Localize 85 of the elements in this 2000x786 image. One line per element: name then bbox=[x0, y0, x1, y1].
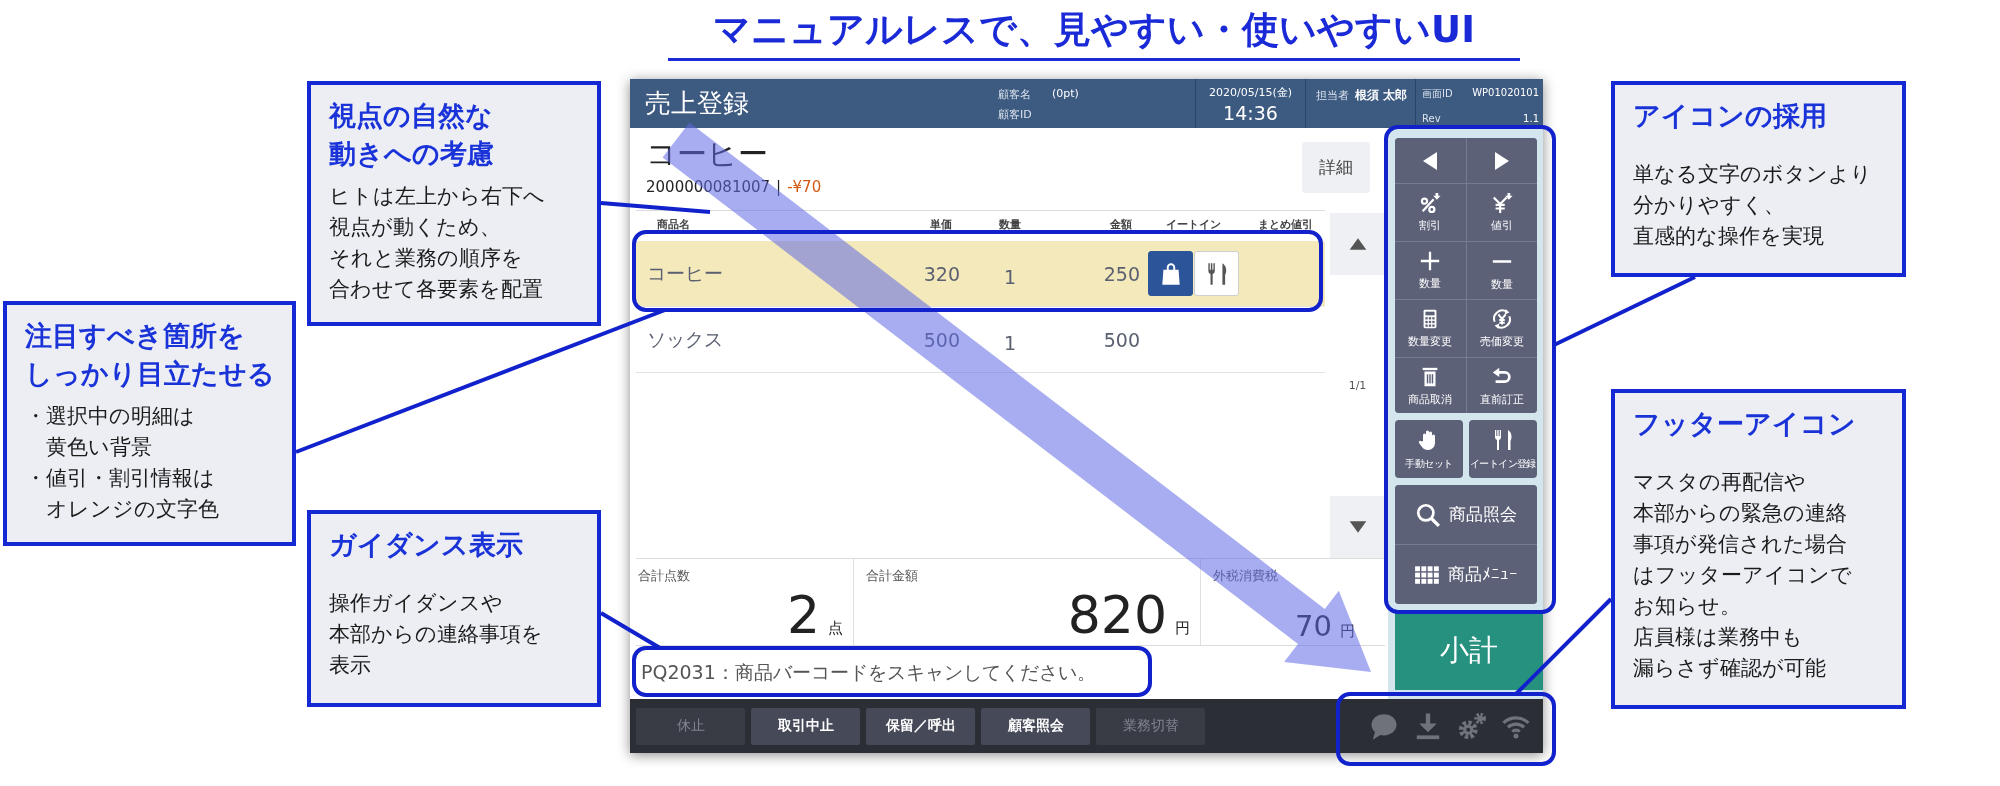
function-key[interactable]: 数量 bbox=[1466, 242, 1537, 299]
lookup-button[interactable]: 商品ﾒﾆｭｰ bbox=[1395, 545, 1537, 604]
table-row[interactable]: コーヒー 320 1 250 bbox=[636, 241, 1325, 307]
eat-in-button[interactable] bbox=[1194, 251, 1239, 296]
time-text: 14:36 bbox=[1223, 102, 1278, 124]
table-cell-text: 250 bbox=[1102, 262, 1141, 285]
callout-title: 注目すべき箇所を しっかり目立たせる bbox=[25, 319, 276, 391]
column-header: 数量 bbox=[998, 216, 1022, 232]
callout-text: ヒトは左上から右下へ 視点が動くため、 それと業務の順序を 合わせて各要素を配置 bbox=[329, 183, 546, 303]
field-label: 顧客ID bbox=[998, 107, 1033, 122]
callout-title: 視点の自然な 動きへの考慮 bbox=[329, 99, 495, 171]
total-value: 820 bbox=[1067, 587, 1167, 643]
quick-key[interactable]: 手動セット bbox=[1395, 420, 1463, 479]
scroll-down-button[interactable] bbox=[1330, 496, 1385, 558]
table-row[interactable]: ソックス 500 1 500 bbox=[636, 307, 1325, 373]
function-key[interactable]: 数量変更 bbox=[1395, 300, 1466, 357]
callout-title: アイコンの採用 bbox=[1633, 99, 1828, 133]
function-key[interactable]: 商品取消 bbox=[1395, 358, 1466, 414]
chat-bubble-icon[interactable] bbox=[1369, 711, 1399, 741]
bullet-item: ・選択中の明細は 黄色い背景 bbox=[25, 403, 196, 461]
column-header: 単価 bbox=[929, 216, 953, 232]
minus-icon bbox=[1490, 259, 1513, 263]
callout-title: ガイダンス表示 bbox=[329, 528, 524, 562]
total-label: 合計金額 bbox=[866, 567, 918, 585]
function-key[interactable] bbox=[1395, 138, 1466, 183]
field-label: 顧客名 bbox=[998, 87, 1032, 102]
yen-down-icon bbox=[1490, 192, 1513, 214]
callout-text: マスタの再配信や 本部からの緊急の連絡 事項が発信された場合 はフッターアイコンで お知らせ。 店員様は業務中も 漏らさず確認が可能 bbox=[1633, 469, 1853, 682]
column-header: まとめ値引 bbox=[1256, 216, 1314, 232]
total-label: 外税消費税 bbox=[1213, 567, 1278, 585]
detail-button[interactable]: 詳細 bbox=[1302, 142, 1370, 193]
function-key[interactable]: 数量 bbox=[1395, 242, 1466, 299]
guidance-message: PQ2031：商品バーコードをスキャンしてください。 bbox=[640, 659, 1096, 685]
date-text: 2020/05/15(金) bbox=[1209, 85, 1292, 100]
subtotal-button[interactable]: 小計 bbox=[1395, 612, 1543, 690]
function-key[interactable]: 直前訂正 bbox=[1466, 358, 1537, 414]
yen-cycle-icon bbox=[1490, 308, 1513, 330]
field-label: 担当者 bbox=[1316, 88, 1349, 103]
total-value: 2 bbox=[786, 587, 820, 643]
table-cell-text: ソックス bbox=[646, 326, 724, 352]
unit-label: 円 bbox=[1175, 619, 1190, 638]
plus-icon bbox=[1419, 250, 1442, 272]
takeout-button[interactable] bbox=[1148, 251, 1193, 296]
screen-title: 売上登録 bbox=[645, 88, 749, 118]
function-key[interactable]: 割引 bbox=[1395, 184, 1466, 241]
unit-label: 点 bbox=[828, 619, 843, 638]
field-label: 画面ID bbox=[1422, 87, 1453, 101]
page-heading: マニュアルレスで、見やすい・使いやすいUI bbox=[668, 6, 1520, 61]
field-label: Rev bbox=[1422, 112, 1442, 126]
callout-text: 操作ガイダンスや 本部からの連絡事項を 表示 bbox=[329, 590, 544, 679]
quick-key[interactable]: イートイン登録 bbox=[1469, 420, 1537, 479]
scroll-up-button[interactable] bbox=[1330, 213, 1385, 275]
table-cell-text: コーヒー bbox=[646, 260, 724, 286]
percent-down-icon bbox=[1419, 192, 1442, 214]
table-cell-text: 320 bbox=[922, 262, 961, 285]
table-cell-text: 1 bbox=[1002, 264, 1018, 288]
table-cell-text: 500 bbox=[1102, 328, 1141, 351]
callout-title: フッターアイコン bbox=[1633, 407, 1857, 441]
column-header: イートイン bbox=[1165, 216, 1222, 232]
separator-text: | bbox=[776, 178, 782, 196]
unit-label: 円 bbox=[1340, 622, 1355, 641]
total-value: 70 bbox=[1295, 609, 1332, 643]
product-name: コーヒー bbox=[646, 136, 768, 172]
search-icon bbox=[1415, 501, 1441, 528]
customer-points: (0pt) bbox=[1052, 87, 1080, 102]
screen-id: WP01020101 bbox=[1472, 87, 1539, 100]
discount-amount: -¥70 bbox=[787, 178, 822, 196]
staff-name: 根須 太郎 bbox=[1355, 87, 1408, 104]
total-label: 合計点数 bbox=[638, 567, 690, 585]
function-key[interactable] bbox=[1466, 138, 1537, 183]
footer-button[interactable]: 取引中止 bbox=[751, 707, 860, 745]
callout-text: 単なる文字のボタンより 分かりやすく、 直感的な操作を実現 bbox=[1633, 161, 1873, 250]
function-key[interactable]: 売価変更 bbox=[1466, 300, 1537, 357]
footer-button[interactable]: 保留／呼出 bbox=[866, 707, 975, 745]
revision-number: 1.1 bbox=[1522, 112, 1539, 126]
column-header: 商品名 bbox=[656, 216, 691, 232]
column-header: 金額 bbox=[1109, 216, 1133, 232]
bullet-item: ・値引・割引情報は オレンジの文字色 bbox=[25, 465, 220, 523]
page-indicator: 1/1 bbox=[1348, 379, 1367, 392]
function-key[interactable]: 値引 bbox=[1466, 184, 1537, 241]
lookup-button[interactable]: 商品照会 bbox=[1395, 485, 1537, 545]
footer-button[interactable]: 顧客照会 bbox=[981, 707, 1090, 745]
table-cell-text: 1 bbox=[1002, 330, 1018, 354]
table-cell-text: 500 bbox=[922, 328, 961, 351]
settings-icon[interactable] bbox=[1457, 711, 1487, 741]
